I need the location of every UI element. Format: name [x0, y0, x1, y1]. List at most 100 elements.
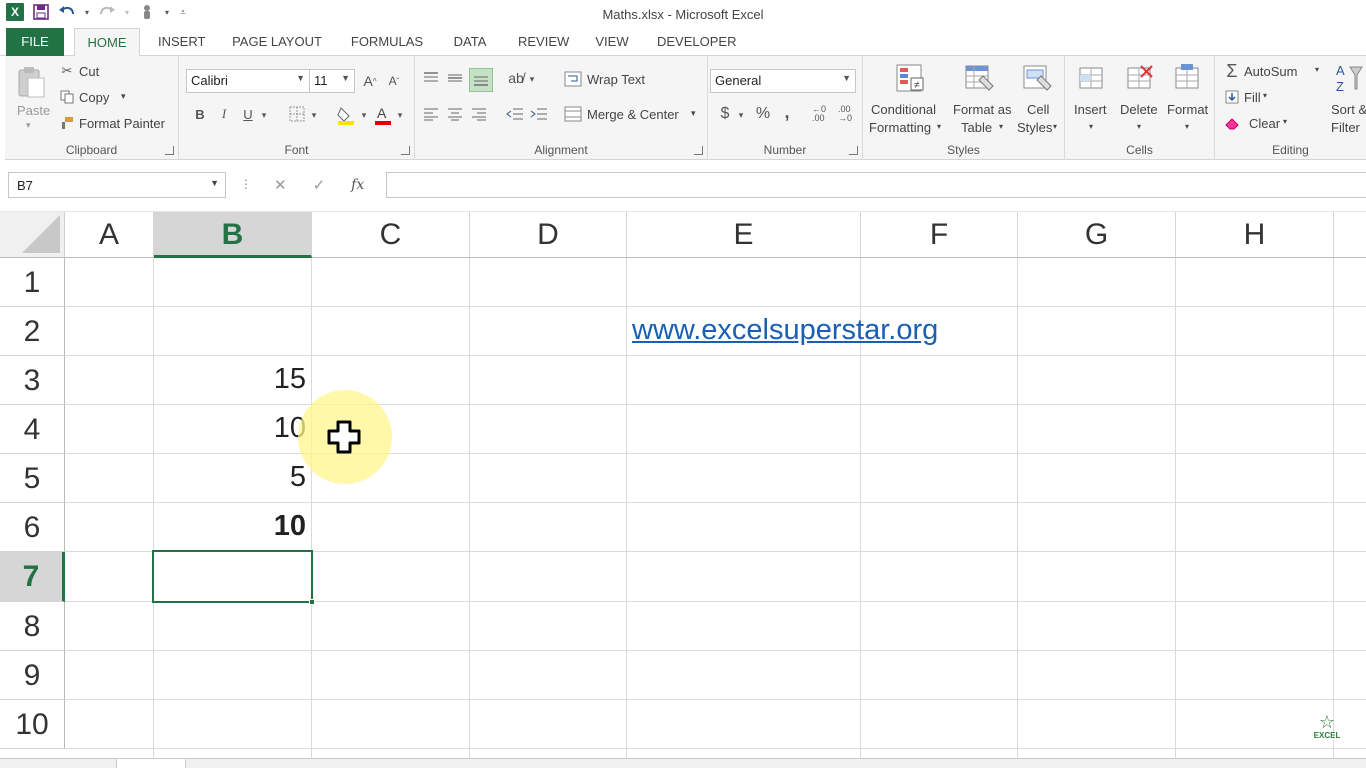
column-header-b[interactable]: B — [154, 212, 312, 258]
column-header-g[interactable]: G — [1018, 212, 1176, 258]
increase-decimal-icon[interactable]: ←0.00 — [808, 104, 830, 124]
orientation-dropdown-icon[interactable]: ▾ — [527, 70, 537, 88]
format-painter-button[interactable]: Format Painter — [79, 116, 165, 131]
row-header-7[interactable]: 7 — [0, 552, 65, 602]
underline-dropdown-icon[interactable]: ▾ — [259, 106, 269, 124]
conditional-formatting-button[interactable]: Formatting — [869, 120, 931, 135]
format-as-table-button[interactable]: Table — [961, 120, 992, 135]
cell-styles-icon[interactable] — [1019, 60, 1055, 96]
cancel-icon[interactable]: ✕ — [274, 176, 287, 194]
row-header-10[interactable]: 10 — [0, 700, 65, 749]
tab-view[interactable]: VIEW — [595, 28, 629, 56]
increase-font-icon[interactable]: A ^ — [361, 72, 379, 90]
row-header-3[interactable]: 3 — [0, 356, 65, 405]
cell-styles-button[interactable]: Styles — [1017, 120, 1052, 135]
font-launcher-icon[interactable] — [401, 146, 410, 155]
row-header-2[interactable]: 2 — [0, 307, 65, 356]
name-box[interactable]: B7 ▼ — [8, 172, 226, 198]
fill-color-icon[interactable] — [335, 104, 357, 126]
autosum-button[interactable]: AutoSum — [1244, 64, 1297, 79]
align-right-icon[interactable] — [469, 104, 489, 124]
more-options-icon[interactable]: ⋮ — [240, 177, 252, 191]
decrease-font-icon[interactable]: Aˇ — [385, 72, 403, 90]
table-dropdown-icon[interactable]: ▾ — [999, 122, 1003, 131]
paste-dropdown-icon[interactable]: ▾ — [26, 120, 31, 131]
font-color-icon[interactable]: A — [373, 104, 393, 126]
fill-handle[interactable] — [309, 599, 315, 605]
tab-developer[interactable]: DEVELOPER — [657, 28, 736, 56]
column-header-f[interactable]: F — [861, 212, 1018, 258]
currency-dropdown-icon[interactable]: ▾ — [736, 106, 746, 124]
insert-function-icon[interactable]: fx — [351, 177, 364, 193]
sort-filter-icon[interactable]: AZ — [1333, 60, 1365, 96]
cell-b5[interactable]: 5 — [154, 461, 306, 494]
cut-button[interactable]: Cut — [79, 64, 99, 79]
tab-file[interactable]: FILE — [6, 28, 64, 56]
align-center-icon[interactable] — [445, 104, 465, 124]
row-header-4[interactable]: 4 — [0, 405, 65, 454]
row-header-9[interactable]: 9 — [0, 651, 65, 700]
cut-icon[interactable]: ✂ — [59, 63, 75, 79]
fill-icon[interactable] — [1223, 88, 1241, 106]
clear-eraser-icon[interactable] — [1223, 114, 1241, 132]
fill-color-dropdown-icon[interactable]: ▾ — [359, 106, 369, 124]
conditional-formatting-icon[interactable]: ≠ — [891, 60, 927, 96]
bottom-align-icon[interactable] — [469, 68, 493, 92]
row-header-1[interactable]: 1 — [0, 258, 65, 307]
column-header-d[interactable]: D — [470, 212, 627, 258]
decrease-indent-icon[interactable] — [505, 104, 525, 124]
row-header-6[interactable]: 6 — [0, 503, 65, 552]
website-link[interactable]: www.excelsuperstar.org — [632, 314, 938, 347]
copy-button[interactable]: Copy — [79, 90, 109, 105]
format-as-table-label-1[interactable]: Format as — [953, 102, 1012, 117]
copy-icon[interactable] — [59, 89, 75, 105]
select-all-button[interactable] — [0, 212, 65, 258]
insert-dropdown-icon[interactable]: ▾ — [1089, 122, 1093, 131]
delete-cells-icon[interactable] — [1121, 60, 1157, 96]
clipboard-launcher-icon[interactable] — [165, 146, 174, 155]
tab-insert[interactable]: INSERT — [158, 28, 205, 56]
row-header-8[interactable]: 8 — [0, 602, 65, 651]
bold-button[interactable]: B — [191, 105, 209, 123]
borders-icon[interactable] — [287, 105, 307, 123]
alignment-launcher-icon[interactable] — [694, 146, 703, 155]
increase-indent-icon[interactable] — [529, 104, 549, 124]
delete-button[interactable]: Delete — [1120, 102, 1158, 117]
wrap-text-button[interactable]: Wrap Text — [587, 72, 645, 87]
enter-icon[interactable]: ✓ — [313, 176, 326, 194]
cell-b3[interactable]: 15 — [154, 363, 306, 396]
merge-dropdown-icon[interactable]: ▾ — [691, 108, 696, 119]
align-left-icon[interactable] — [421, 104, 441, 124]
autosum-icon[interactable]: Σ — [1223, 61, 1241, 81]
italic-button[interactable]: I — [215, 105, 233, 123]
worksheet-grid[interactable]: A B C D E F G H 1 2 3 4 5 6 7 8 9 10 15 … — [0, 212, 1366, 758]
merge-center-button[interactable]: Merge & Center — [587, 107, 679, 122]
number-format-select[interactable]: General ▼ — [710, 69, 856, 93]
format-painter-icon[interactable] — [59, 115, 75, 131]
currency-button[interactable]: $ — [716, 104, 734, 124]
formula-input[interactable] — [386, 172, 1366, 198]
tab-data[interactable]: DATA — [451, 28, 489, 56]
column-header-i[interactable] — [1334, 212, 1366, 258]
font-size-select[interactable]: 11 ▼ — [309, 69, 355, 93]
clear-button[interactable]: Clear — [1249, 116, 1280, 131]
clear-dropdown-icon[interactable]: ▾ — [1283, 117, 1287, 126]
font-name-select[interactable]: Calibri ▼ — [186, 69, 310, 93]
underline-button[interactable]: U — [239, 105, 257, 123]
delete-dropdown-icon[interactable]: ▾ — [1137, 122, 1141, 131]
cell-styles-dropdown-icon[interactable]: ▾ — [1053, 122, 1057, 131]
number-launcher-icon[interactable] — [849, 146, 858, 155]
column-header-a[interactable]: A — [65, 212, 154, 258]
cell-b4[interactable]: 10 — [154, 412, 306, 445]
active-cell-b7[interactable] — [152, 550, 315, 605]
tab-home[interactable]: HOME — [74, 28, 140, 57]
cell-b6[interactable]: 10 — [154, 510, 306, 543]
conditional-formatting-label-1[interactable]: Conditional — [871, 102, 936, 117]
borders-dropdown-icon[interactable]: ▾ — [309, 106, 319, 124]
format-button[interactable]: Format — [1167, 102, 1208, 117]
font-color-dropdown-icon[interactable]: ▾ — [395, 106, 405, 124]
column-header-c[interactable]: C — [312, 212, 470, 258]
insert-cells-icon[interactable] — [1073, 60, 1109, 96]
paste-icon[interactable] — [13, 64, 49, 100]
row-header-5[interactable]: 5 — [0, 454, 65, 503]
